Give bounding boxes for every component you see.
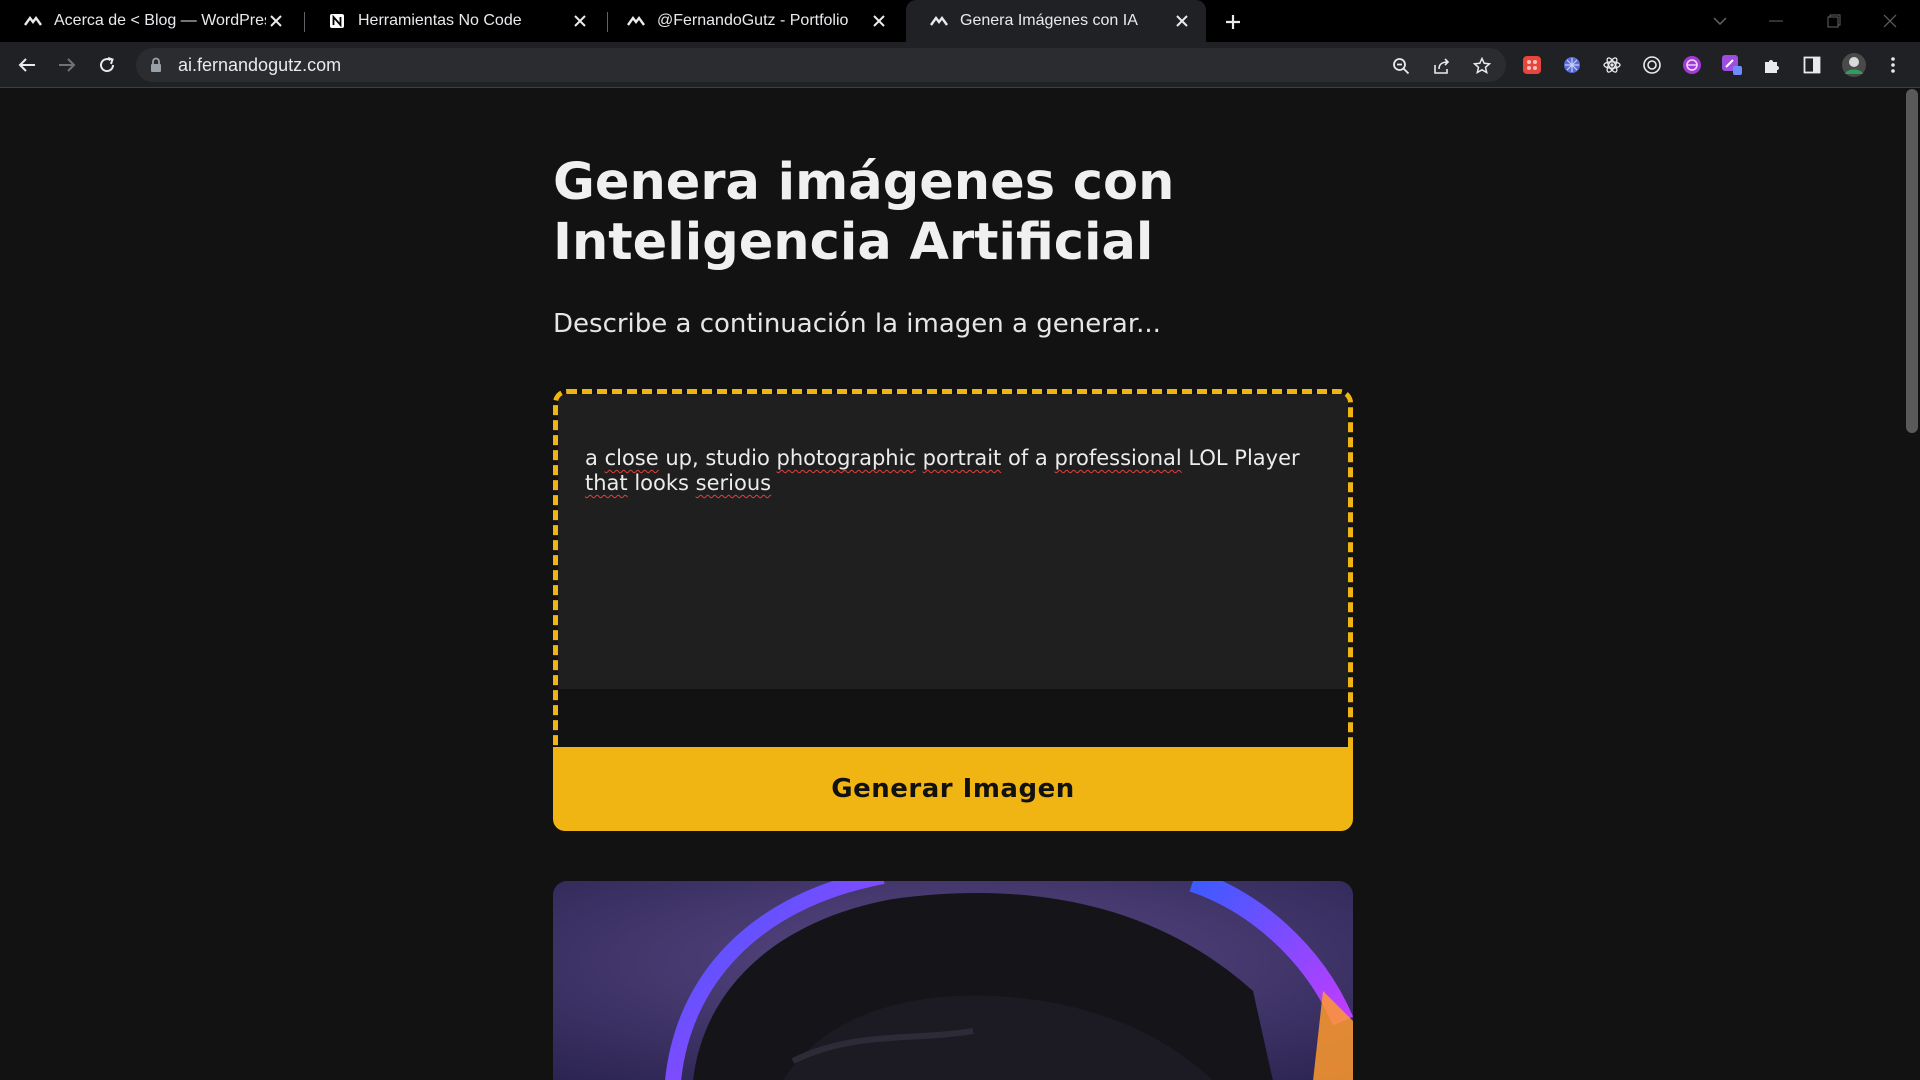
page-title: Genera imágenes con Inteligencia Artific…: [553, 153, 1353, 273]
tab-herramientas[interactable]: Herramientas No Code: [304, 0, 604, 42]
generated-image: [553, 881, 1353, 1080]
star-icon[interactable]: [1471, 55, 1493, 77]
fernando-logo-icon: [627, 12, 645, 30]
tab-title: Herramientas No Code: [358, 12, 522, 29]
close-window-button[interactable]: [1870, 6, 1910, 36]
tab-wordpress[interactable]: Acerca de < Blog — WordPress: [0, 0, 300, 42]
notion-icon: [328, 12, 346, 30]
arrow-right-icon: [59, 58, 76, 72]
fernando-logo-icon: [930, 12, 948, 30]
extension-sparkle-icon[interactable]: [1561, 54, 1583, 76]
close-tab-icon[interactable]: [266, 11, 286, 31]
back-button[interactable]: [13, 51, 41, 79]
prompt-textarea[interactable]: a close up, studio photographic portrait…: [558, 394, 1348, 689]
url-text: ai.fernandogutz.com: [178, 55, 342, 75]
minimize-button[interactable]: [1756, 6, 1796, 36]
zoom-icon[interactable]: [1390, 55, 1412, 77]
side-panel-icon[interactable]: [1801, 54, 1823, 76]
generate-image-button[interactable]: Generar Imagen: [553, 747, 1353, 831]
restore-icon: [1827, 14, 1841, 28]
close-icon: [1883, 14, 1897, 28]
restore-button[interactable]: [1814, 6, 1854, 36]
share-icon[interactable]: [1431, 55, 1453, 77]
reload-icon: [100, 57, 115, 73]
menu-icon[interactable]: [1882, 54, 1904, 76]
browser-toolbar: ai.fernandogutz.com 9+: [0, 42, 1920, 124]
arrow-left-icon: [18, 58, 35, 72]
browser-tabstrip: Acerca de < Blog — WordPress Herramienta…: [0, 0, 1920, 42]
title-line-1: Genera imágenes con: [553, 153, 1175, 212]
tab-title: @FernandoGutz - Portfolio: [657, 12, 849, 29]
address-bar[interactable]: ai.fernandogutz.com: [136, 48, 1506, 82]
new-tab-button[interactable]: [1220, 9, 1246, 35]
tab-genera-imagenes[interactable]: Genera Imágenes con IA: [906, 0, 1206, 42]
fernando-logo-icon: [24, 12, 42, 30]
react-devtools-icon[interactable]: [1601, 54, 1623, 76]
generated-portrait-image: [553, 881, 1353, 1080]
close-tab-icon[interactable]: [1172, 11, 1192, 31]
page-subtitle: Describe a continuación la imagen a gene…: [553, 309, 1161, 339]
forward-button[interactable]: [53, 51, 81, 79]
scrollbar-thumb[interactable]: [1906, 89, 1918, 433]
minimize-icon: [1769, 20, 1783, 22]
profile-avatar[interactable]: [1841, 52, 1867, 78]
tab-title: Genera Imágenes con IA: [960, 12, 1138, 29]
prompt-container: a close up, studio photographic portrait…: [553, 389, 1353, 763]
tab-search-button[interactable]: [1700, 6, 1740, 36]
extension-red-icon[interactable]: [1521, 54, 1543, 76]
pen-extension-icon[interactable]: [1721, 54, 1743, 76]
page-viewport: Genera imágenes con Inteligencia Artific…: [0, 89, 1904, 1080]
tab-title: Acerca de < Blog — WordPress: [54, 12, 266, 29]
close-tab-icon[interactable]: [570, 11, 590, 31]
lock-icon: [151, 57, 161, 72]
tab-portfolio[interactable]: @FernandoGutz - Portfolio: [603, 0, 903, 42]
puzzle-icon[interactable]: [1761, 54, 1783, 76]
target-extension-icon[interactable]: [1641, 54, 1663, 76]
title-line-2: Inteligencia Artificial: [553, 213, 1154, 272]
purple-extension-icon[interactable]: [1681, 54, 1703, 76]
chevron-down-icon: [1713, 17, 1727, 25]
plus-icon: [1226, 15, 1240, 29]
reload-button[interactable]: [93, 51, 121, 79]
close-tab-icon[interactable]: [869, 11, 889, 31]
